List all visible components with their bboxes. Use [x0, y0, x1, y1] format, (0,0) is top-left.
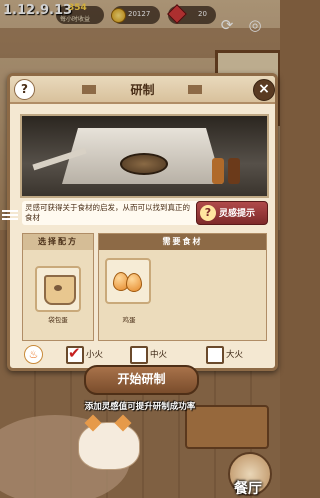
- close-button[interactable]: ×: [253, 79, 275, 101]
- start-research-button[interactable]: 开始研制: [84, 365, 199, 395]
- dialog-title: 研制: [130, 83, 155, 97]
- ingredients-header: 需要食材: [99, 234, 266, 250]
- heat-selector: ♨ ✔ 小火 中火 大火: [22, 344, 265, 364]
- ingredients-section: 需要食材 鸡蛋: [98, 233, 267, 341]
- heat-medium-checkbox[interactable]: [130, 346, 148, 364]
- recipe-name: 袋包蛋: [48, 316, 68, 324]
- sauce-bottle-icon: [212, 158, 224, 184]
- menu-icon[interactable]: [2, 208, 18, 220]
- recipe-section: 选择配方 袋包蛋: [22, 233, 94, 341]
- recipe-slot[interactable]: [35, 266, 81, 312]
- hint-description: 灵感可获得关于食材的启发，从而可以找到真正的食材: [22, 201, 200, 225]
- steamer-pot: [120, 153, 168, 175]
- dumpling-bag-icon: [44, 275, 76, 305]
- heat-small-label: 小火: [86, 350, 104, 360]
- recipe-header: 选择配方: [23, 234, 93, 250]
- restaurant-nav-label: 餐厅: [234, 481, 262, 497]
- kitchen-preview: [20, 114, 269, 198]
- heat-large-label: 大火: [226, 350, 244, 360]
- egg-icon: [126, 273, 142, 292]
- success-tip: 添加灵感值可提升研制成功率: [84, 402, 196, 412]
- heat-medium-label: 中火: [150, 350, 168, 360]
- dialog-title-bar: 研制 ? ×: [10, 76, 275, 104]
- hint-button[interactable]: ? 灵感提示: [196, 201, 268, 225]
- help-icon[interactable]: ?: [14, 79, 35, 100]
- heat-large-checkbox[interactable]: [206, 346, 224, 364]
- question-icon: ?: [200, 205, 216, 221]
- hint-button-label: 灵感提示: [219, 209, 256, 219]
- ingredient-slot[interactable]: [105, 258, 151, 304]
- research-dialog: 研制 ? × 灵感可获得关于食材的启发，从而可以找到真正的食材 ? 灵感提示 选…: [7, 73, 278, 371]
- checkmark-icon: ✔: [68, 344, 81, 362]
- cat-character[interactable]: [78, 414, 140, 470]
- fire-icon: ♨: [24, 345, 43, 364]
- restaurant-nav-button[interactable]: 餐厅: [222, 450, 274, 497]
- heat-small-checkbox[interactable]: ✔: [66, 344, 84, 364]
- ingredient-name: 鸡蛋: [122, 316, 136, 324]
- sauce-bottle-icon: [228, 158, 240, 184]
